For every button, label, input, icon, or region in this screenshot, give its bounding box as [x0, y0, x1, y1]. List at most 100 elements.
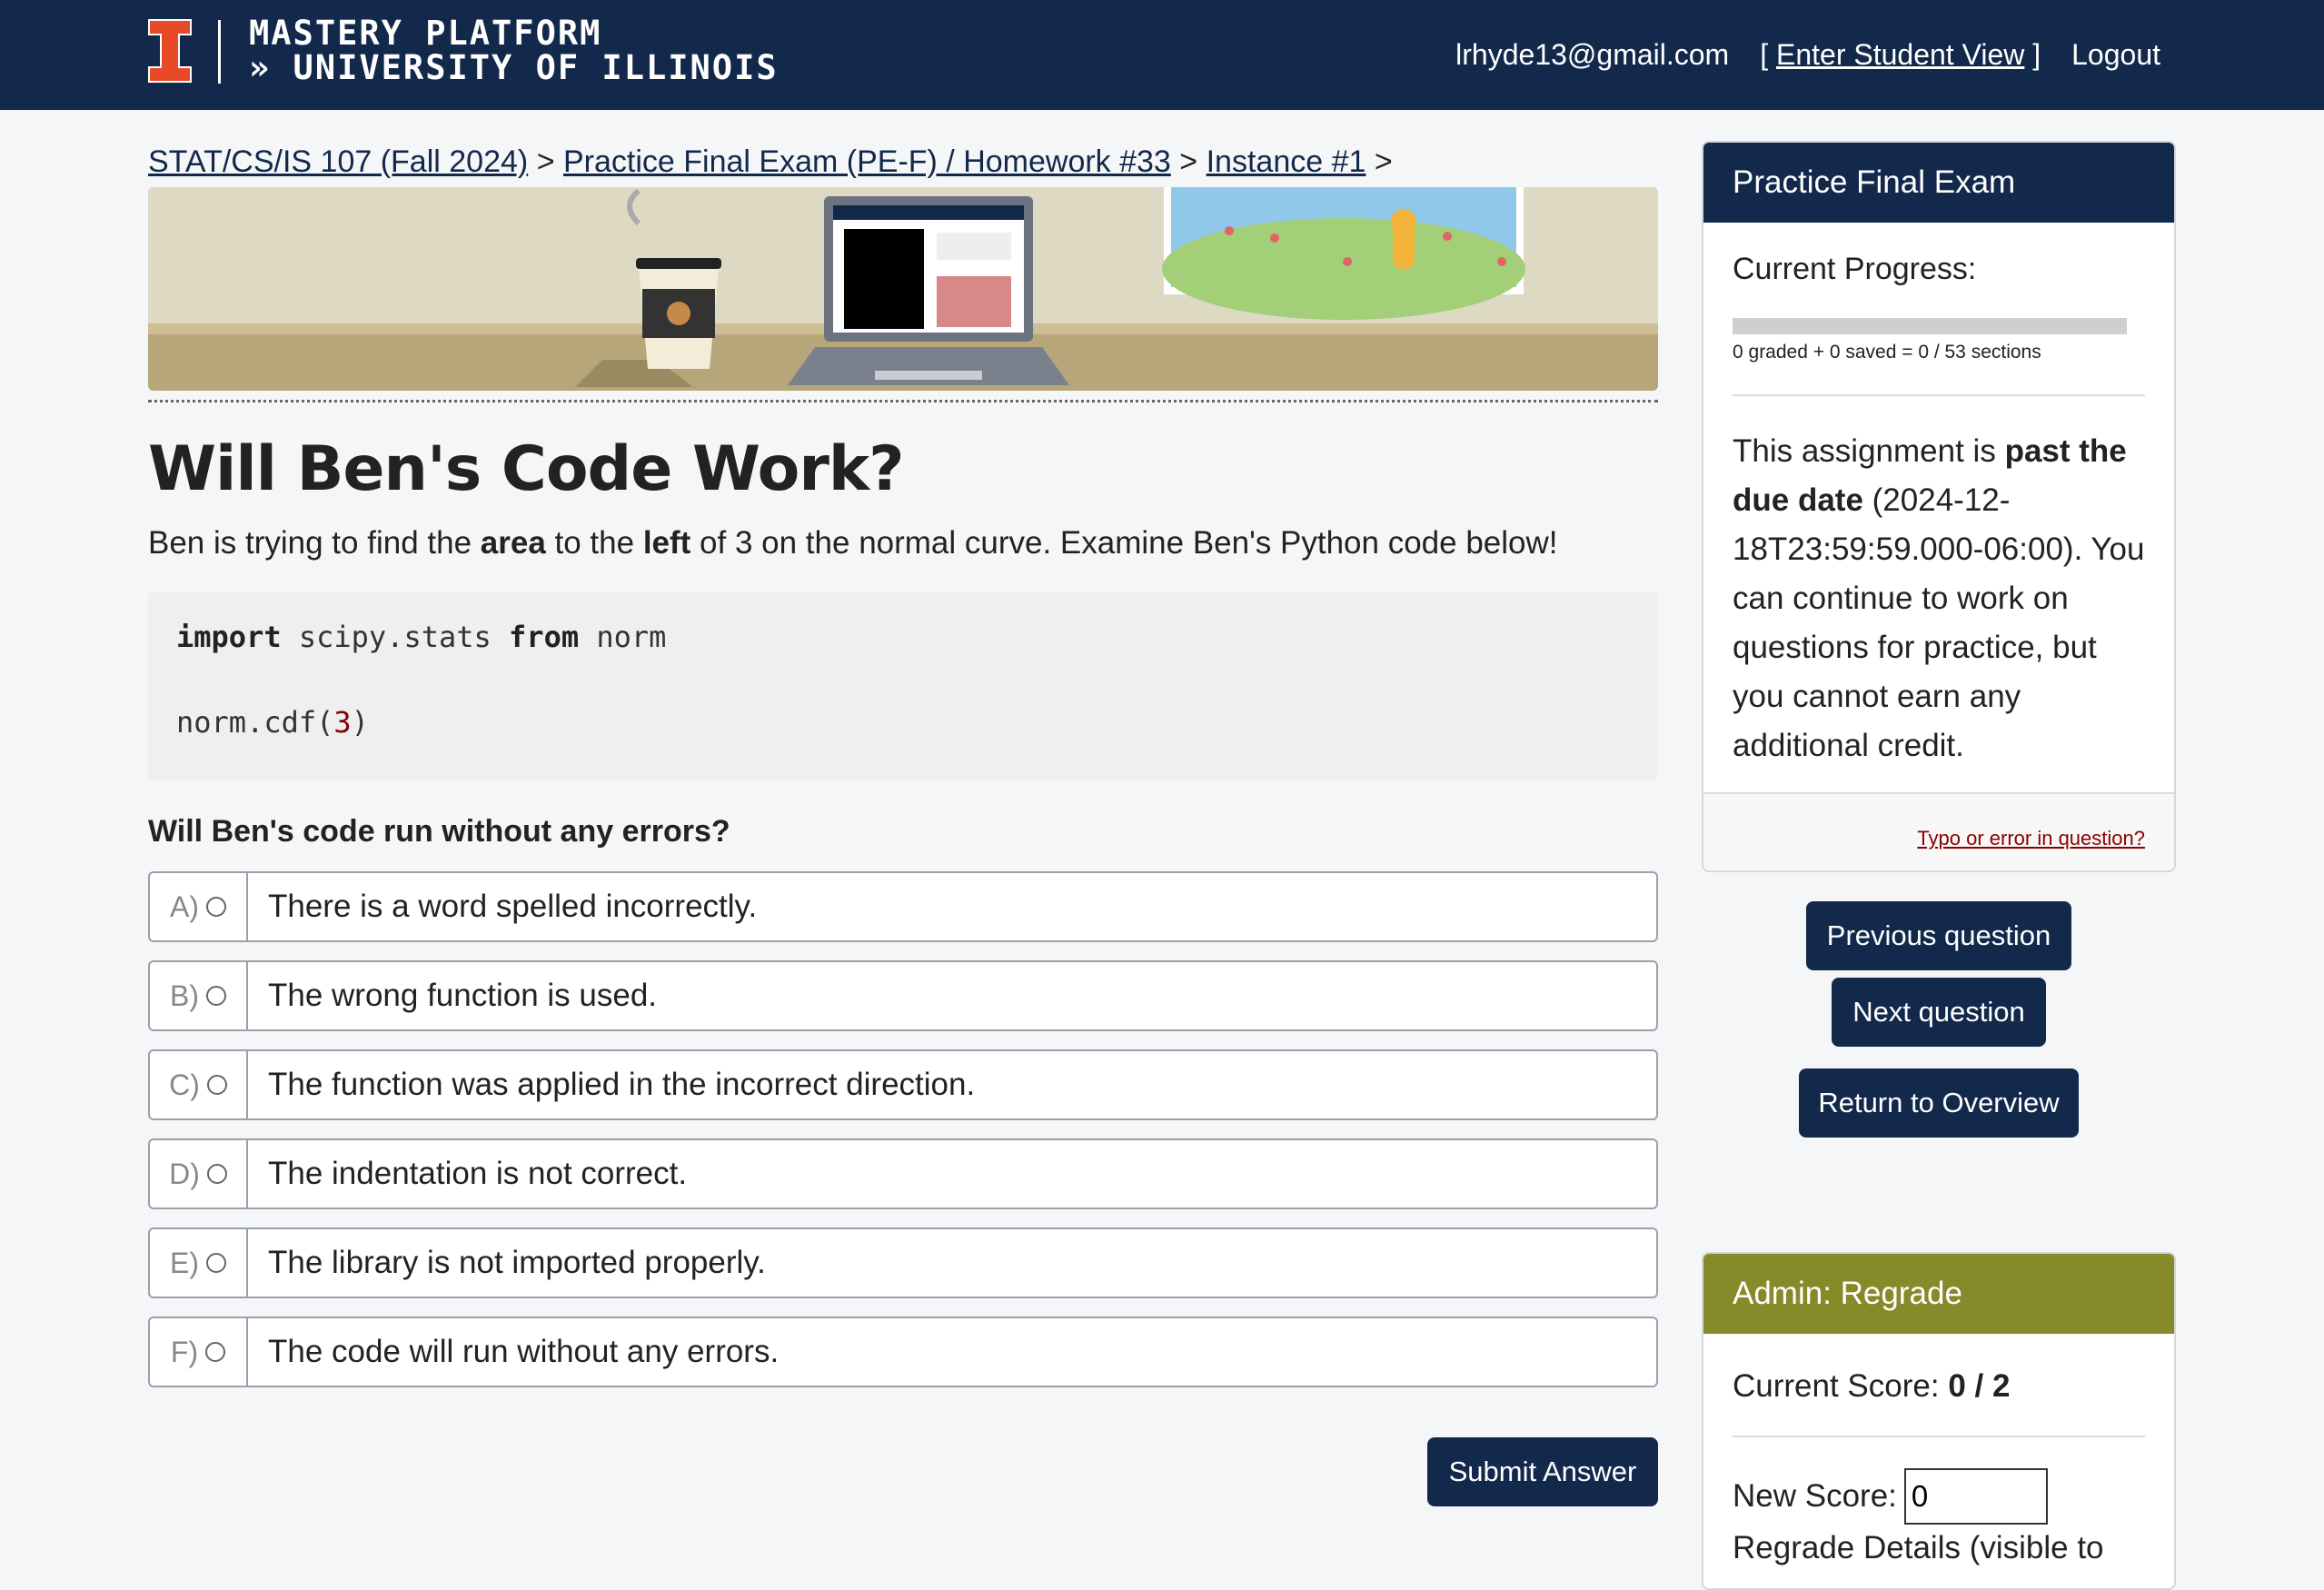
admin-regrade-body: Current Score: 0 / 2 New Score: Regrade … — [1703, 1334, 2174, 1588]
breadcrumb: STAT/CS/IS 107 (Fall 2024) > Practice Fi… — [148, 136, 1658, 187]
laptop-icon — [788, 196, 1069, 385]
radio-button[interactable] — [205, 1342, 226, 1362]
question-prompt: Ben is trying to find the area to the le… — [148, 525, 1658, 561]
prompt-text: of 3 on the normal curve. Examine Ben's … — [690, 525, 1558, 561]
progress-detail: 0 graded + 0 saved = 0 / 53 sections — [1733, 342, 2041, 363]
choice-letter: A) — [170, 889, 199, 923]
choice-text: The indentation is not correct. — [268, 1156, 688, 1191]
assessment-sidebar: Practice Final Exam Current Progress: 0 … — [1702, 141, 2176, 1590]
choice-key: D) — [150, 1140, 248, 1207]
progress-bar — [1733, 318, 2127, 334]
answer-choice-f[interactable]: F) The code will run without any errors. — [148, 1317, 1658, 1387]
breadcrumb-separator: > — [1179, 144, 1198, 179]
assessment-info-card: Practice Final Exam Current Progress: 0 … — [1702, 141, 2176, 872]
answer-choice-a[interactable]: A) There is a word spelled incorrectly. — [148, 871, 1658, 942]
choice-key: B) — [150, 962, 248, 1029]
brand-line-2: » UNIVERSITY OF ILLINOIS — [249, 48, 779, 87]
answer-choice-c[interactable]: C) The function was applied in the incor… — [148, 1049, 1658, 1120]
choice-letter: F) — [170, 1335, 199, 1368]
brand-line-1: MASTERY PLATFORM — [249, 14, 602, 53]
brand-title[interactable]: MASTERY PLATFORM » UNIVERSITY OF ILLINOI… — [249, 16, 779, 85]
return-to-overview-button[interactable]: Return to Overview — [1799, 1068, 2079, 1138]
new-score-row: New Score: — [1733, 1468, 2145, 1525]
user-email: lrhyde13@gmail.com — [1455, 37, 1730, 71]
choice-text: The function was applied in the incorrec… — [268, 1067, 976, 1102]
question-column: STAT/CS/IS 107 (Fall 2024) > Practice Fi… — [148, 136, 1658, 1406]
illinois-logo-icon[interactable] — [147, 18, 193, 84]
question-nav-buttons: Previous question Next question Return t… — [1702, 901, 2176, 1138]
choice-key: C) — [150, 1051, 248, 1118]
report-error-link[interactable]: Typo or error in question? — [1917, 827, 2145, 850]
code-number: 3 — [333, 705, 352, 740]
radio-button[interactable] — [206, 1253, 226, 1273]
enter-student-view-link[interactable]: Enter Student View — [1776, 38, 2024, 71]
code-token: norm — [579, 620, 667, 654]
student-view-wrapper: [ Enter Student View ] — [1760, 38, 2041, 72]
choice-key: E) — [150, 1229, 248, 1297]
prompt-bold: area — [480, 525, 546, 561]
choice-letter: C) — [169, 1068, 200, 1101]
prompt-bold: left — [642, 525, 691, 561]
progress-label: Current Progress: — [1733, 252, 1977, 286]
regrade-details-label: Regrade Details (visible to — [1733, 1530, 2104, 1565]
choice-text: The code will run without any errors. — [268, 1334, 780, 1369]
banner-divider — [148, 400, 1658, 402]
code-block: import scipy.stats from norm norm.cdf(3) — [148, 592, 1658, 780]
question-title: Will Ben's Code Work? — [148, 433, 905, 505]
prompt-text: Ben is trying to find the — [148, 525, 481, 561]
choice-text: The library is not imported properly. — [268, 1245, 766, 1280]
answer-choice-e[interactable]: E) The library is not imported properly. — [148, 1227, 1658, 1298]
new-score-label: New Score: — [1733, 1478, 1897, 1514]
choice-letter: B) — [170, 979, 199, 1012]
score-label: Current Score: — [1733, 1368, 1949, 1404]
radio-button[interactable] — [206, 986, 226, 1006]
breadcrumb-assessment[interactable]: Practice Final Exam (PE-F) / Homework #3… — [563, 144, 1171, 179]
admin-regrade-title: Admin: Regrade — [1703, 1254, 2174, 1334]
assessment-info-body: Current Progress: 0 graded + 0 saved = 0… — [1703, 223, 2174, 792]
question-ask: Will Ben's code run without any errors? — [148, 814, 730, 849]
choice-key: F) — [150, 1318, 248, 1386]
breadcrumb-instance[interactable]: Instance #1 — [1207, 144, 1366, 179]
due-date-notice: This assignment is past the due date (20… — [1733, 427, 2145, 770]
choice-text: The wrong function is used. — [268, 978, 658, 1013]
due-text: This assignment is — [1733, 433, 2005, 469]
choice-letter: E) — [170, 1246, 199, 1279]
divider — [1733, 394, 2145, 396]
code-token: norm.cdf( — [176, 705, 334, 740]
user-nav: lrhyde13@gmail.com [ Enter Student View … — [1455, 35, 2160, 75]
choice-text: There is a word spelled incorrectly. — [268, 889, 758, 924]
answer-choice-d[interactable]: D) The indentation is not correct. — [148, 1138, 1658, 1209]
answer-choices: A) There is a word spelled incorrectly. … — [148, 871, 1658, 1387]
previous-question-button[interactable]: Previous question — [1806, 901, 2071, 970]
prompt-text: to the — [545, 525, 643, 561]
new-score-input[interactable] — [1903, 1468, 2048, 1525]
desk-banner-image — [148, 187, 1658, 391]
breadcrumb-separator: > — [536, 144, 555, 179]
admin-regrade-card: Admin: Regrade Current Score: 0 / 2 New … — [1702, 1252, 2176, 1590]
bracket-open: [ — [1760, 37, 1769, 71]
choice-letter: D) — [169, 1157, 200, 1190]
top-navbar: MASTERY PLATFORM » UNIVERSITY OF ILLINOI… — [0, 0, 2324, 110]
score-value: 0 / 2 — [1948, 1368, 2011, 1404]
breadcrumb-course[interactable]: STAT/CS/IS 107 (Fall 2024) — [148, 144, 528, 179]
choice-key: A) — [150, 873, 248, 940]
logout-link[interactable]: Logout — [2071, 38, 2160, 72]
divider — [1733, 1436, 2145, 1437]
submit-answer-button[interactable]: Submit Answer — [1427, 1437, 1658, 1506]
bracket-close: ] — [2032, 37, 2041, 71]
next-question-button[interactable]: Next question — [1832, 978, 2046, 1047]
assessment-title: Practice Final Exam — [1703, 143, 2174, 223]
radio-button[interactable] — [206, 1164, 227, 1184]
code-token: scipy.stats — [281, 620, 510, 654]
code-token: ) — [351, 705, 369, 740]
radio-button[interactable] — [206, 897, 226, 917]
card-footer: Typo or error in question? — [1703, 792, 2174, 870]
answer-choice-b[interactable]: B) The wrong function is used. — [148, 960, 1658, 1031]
desk-illustration — [148, 187, 1658, 391]
code-keyword: import — [176, 620, 282, 654]
breadcrumb-separator: > — [1374, 144, 1393, 179]
window-landscape-icon — [1162, 187, 1525, 320]
radio-button[interactable] — [206, 1075, 227, 1095]
current-score: Current Score: 0 / 2 — [1733, 1368, 2145, 1405]
code-keyword: from — [509, 620, 580, 654]
